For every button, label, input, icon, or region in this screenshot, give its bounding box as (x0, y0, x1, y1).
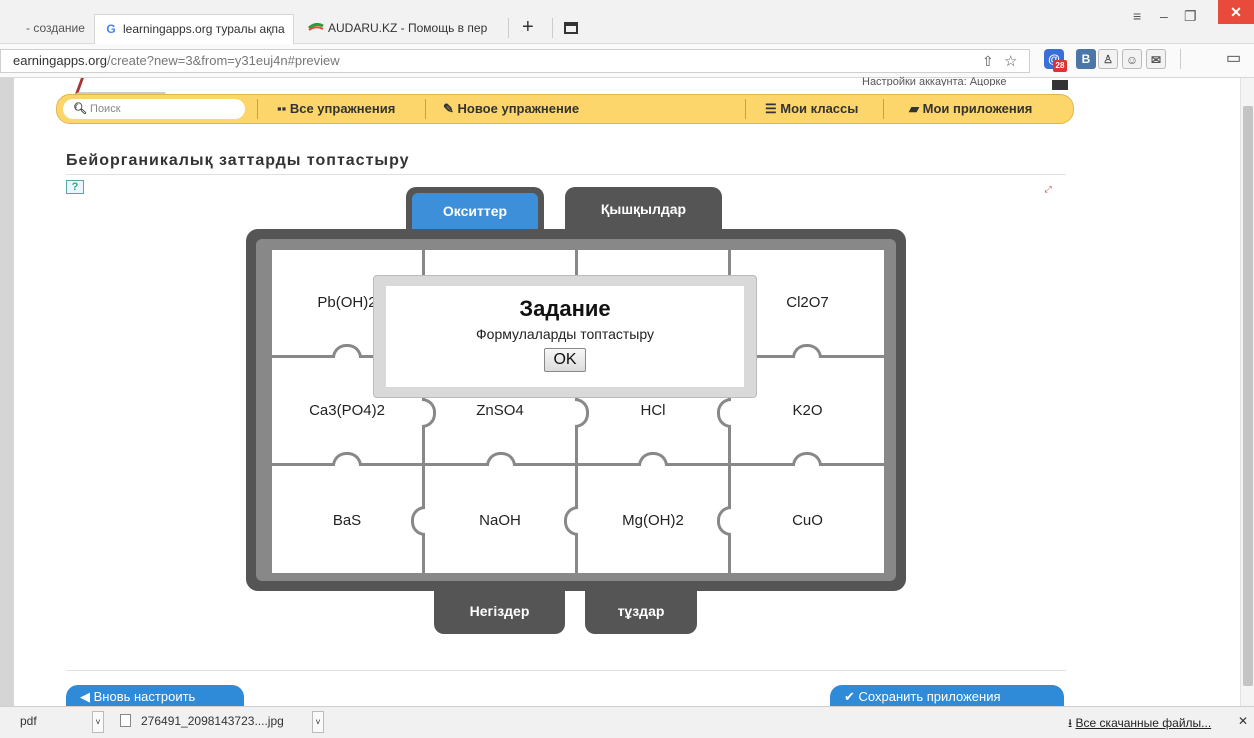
menu-divider (257, 99, 258, 119)
url-input[interactable]: earningapps.org/create?new=3&from=y31euj… (0, 49, 1030, 73)
task-dialog: Задание Формулаларды топтастыру OK (373, 275, 757, 398)
menu-my-classes[interactable]: ☰ Мои классы (765, 101, 858, 117)
feedback-icon[interactable]: ▭ (1226, 48, 1241, 68)
main-menu-bar: 🔍︎ Поиск ▪▪ Все упражнения ✎ Новое упраж… (56, 94, 1074, 124)
download-arrow-icon: ⭳ (1068, 716, 1073, 730)
task-dialog-body: Задание Формулаларды топтастыру OK (386, 286, 744, 387)
grid-icon: ▪▪ (277, 101, 287, 116)
download-filename: 276491_2098143723....jpg (141, 714, 284, 728)
menu-divider (425, 99, 426, 119)
tab-list-icon[interactable] (564, 18, 578, 40)
help-icon[interactable]: ? (66, 180, 84, 194)
menu-label: Мои классы (780, 101, 859, 116)
button-label: Сохранить приложения (858, 689, 1001, 704)
folder-icon: ▰ (909, 101, 919, 116)
url-path: /create?new=3&from=y31euj4n#preview (106, 53, 340, 68)
tab-divider (508, 18, 509, 38)
arrow-left-icon: ◀ (80, 689, 90, 704)
dialog-text: Формулаларды топтастыру (476, 326, 654, 342)
browser-tab[interactable]: - создание (14, 14, 94, 44)
menu-my-apps[interactable]: ▰ Мои приложения (909, 101, 1032, 117)
pencil-icon: ✎ (443, 101, 454, 116)
browser-tab[interactable]: AUDARU.KZ - Помощь в пер (300, 14, 500, 44)
download-menu-caret[interactable]: ˅ (312, 711, 324, 733)
browser-tab-active[interactable]: Glearningapps.org туралы ақпа (94, 14, 294, 44)
vk-extension-icon[interactable]: B (1076, 49, 1096, 69)
ok-button[interactable]: OK (544, 348, 586, 372)
search-icon: 🔍︎ (73, 103, 87, 115)
list-icon: ☰ (765, 101, 777, 116)
footer-divider (66, 670, 1066, 671)
puzzle-piece[interactable]: BaS (272, 466, 425, 574)
account-avatar[interactable] (1052, 80, 1068, 90)
save-app-button[interactable]: ✔ Сохранить приложения (830, 685, 1064, 707)
category-acids[interactable]: Қышқылдар (565, 187, 722, 231)
menu-icon[interactable]: ≡ (1133, 8, 1141, 24)
download-menu-caret[interactable]: ˅ (92, 711, 104, 733)
twitter-extension-icon[interactable]: ✉ (1146, 49, 1166, 69)
close-shelf-icon[interactable]: ✕ (1238, 714, 1248, 728)
scrollbar-thumb[interactable] (1243, 106, 1253, 686)
search-placeholder: Поиск (90, 103, 121, 115)
minimize-icon[interactable]: – (1160, 8, 1168, 24)
close-window-button[interactable]: ✕ (1218, 0, 1254, 24)
puzzle-piece[interactable]: CuO (731, 466, 884, 574)
category-bases[interactable]: Негіздер (434, 591, 565, 634)
browser-tab-strip: - создание Glearningapps.org туралы ақпа… (0, 0, 1254, 44)
fullscreen-icon[interactable]: ⤢ (1042, 184, 1054, 194)
restore-icon[interactable]: ❐ (1184, 8, 1197, 25)
left-edge-strip (0, 0, 14, 738)
all-downloads-link[interactable]: ⭳ Все скачанные файлы... (1068, 714, 1211, 735)
puzzle-piece[interactable]: NaOH (425, 466, 578, 574)
link-label: Все скачанные файлы... (1075, 716, 1212, 730)
menu-new-exercise[interactable]: ✎ Новое упражнение (443, 101, 579, 117)
chat-extension-icon[interactable]: ☺ (1122, 49, 1142, 69)
menu-label: Все упражнения (289, 101, 396, 116)
new-tab-button[interactable]: + (522, 16, 534, 38)
share-icon[interactable]: ⇧ (982, 53, 994, 70)
account-settings-link[interactable]: Настройки аккаунта: Ацорке (862, 76, 1007, 86)
mail-count-badge: 28 (1053, 60, 1067, 72)
menu-divider (883, 99, 884, 119)
site-logo (75, 78, 171, 94)
check-icon: ✔ (844, 689, 855, 704)
title-divider (66, 174, 1066, 175)
download-item[interactable]: 276491_2098143723....jpg (120, 714, 284, 728)
tab-oxides-frame: Окситтер (406, 187, 544, 231)
category-salts[interactable]: тұздар (585, 591, 697, 634)
bookmark-star-icon[interactable]: ☆ (1004, 52, 1017, 70)
ok-extension-icon[interactable]: ♙ (1098, 49, 1118, 69)
tab-label: AUDARU.KZ - Помощь в пер (328, 21, 488, 35)
menu-divider (745, 99, 746, 119)
reset-button[interactable]: ◀ Вновь настроить (66, 685, 244, 707)
page-title: Бейорганикалық заттарды топтастыру (66, 152, 410, 169)
dialog-title: Задание (519, 296, 611, 321)
menu-label: Новое упражнение (457, 101, 580, 116)
search-input[interactable]: 🔍︎ Поиск (63, 99, 245, 119)
puzzle-piece[interactable]: Mg(OH)2 (578, 466, 731, 574)
category-oxides[interactable]: Окситтер (412, 193, 538, 229)
tab-divider (552, 18, 553, 38)
tab-label: learningapps.org туралы ақпа (123, 22, 285, 36)
toolbar-divider (1180, 49, 1181, 69)
tab-label: - создание (26, 21, 85, 35)
menu-label: Мои приложения (922, 101, 1033, 116)
download-item[interactable]: pdf (20, 714, 37, 728)
audaru-icon (308, 14, 324, 42)
url-host: earningapps.org (13, 53, 107, 68)
google-icon: G (106, 22, 116, 36)
page-scrollbar[interactable] (1240, 78, 1254, 706)
image-file-icon (120, 714, 131, 727)
menu-all-exercises[interactable]: ▪▪ Все упражнения (277, 101, 395, 116)
download-shelf: pdf ˅ 276491_2098143723....jpg ˅ ⭳ Все с… (0, 706, 1254, 738)
button-label: Вновь настроить (93, 689, 196, 704)
